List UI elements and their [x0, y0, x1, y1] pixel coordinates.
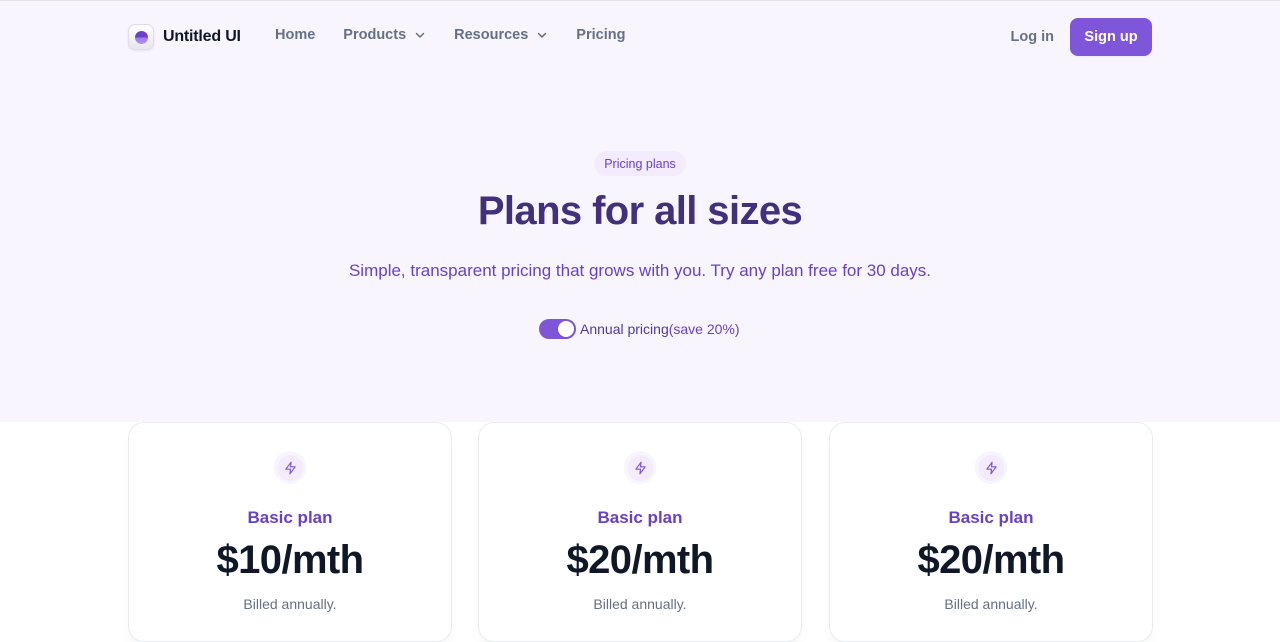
toggle-label: Annual pricing(save 20%)	[580, 321, 740, 337]
nav-links: Home Products Resources Pricing	[275, 27, 653, 43]
chevron-down-icon	[538, 32, 547, 38]
nav-actions: Log in Sign up	[1011, 18, 1152, 56]
plan-card: Basic plan $20/mth Billed annually.	[829, 422, 1153, 642]
hero-section: Untitled UI Home Products Resources Pric…	[0, 0, 1280, 422]
top-nav: Untitled UI Home Products Resources Pric…	[0, 1, 1280, 73]
nav-link-label: Resources	[454, 27, 529, 43]
nav-link-pricing[interactable]: Pricing	[576, 27, 625, 43]
plan-price: $10/mth	[216, 538, 365, 582]
nav-link-resources[interactable]: Resources	[454, 27, 548, 43]
toggle-label-text: Annual pricing	[580, 321, 669, 337]
signup-button[interactable]: Sign up	[1070, 18, 1152, 56]
page-subtitle: Simple, transparent pricing that grows w…	[348, 261, 932, 280]
nav-link-label: Products	[343, 27, 407, 43]
login-button[interactable]: Log in	[1011, 29, 1055, 45]
nav-link-label: Pricing	[576, 27, 626, 43]
nav-link-home[interactable]: Home	[275, 27, 315, 43]
plan-billing: Billed annually.	[593, 596, 687, 612]
plan-name: Basic plan	[247, 508, 333, 527]
nav-link-label: Home	[275, 27, 316, 43]
pricing-badge: Pricing plans	[594, 151, 686, 176]
plan-price: $20/mth	[917, 538, 1066, 582]
plan-price: $20/mth	[566, 538, 715, 582]
logo[interactable]: Untitled UI	[128, 23, 241, 51]
brand-name: Untitled UI	[163, 28, 241, 45]
plan-name: Basic plan	[948, 508, 1034, 527]
annual-pricing-toggle-row: Annual pricing(save 20%)	[539, 319, 740, 339]
zap-icon	[273, 451, 307, 484]
plan-billing: Billed annually.	[944, 596, 1038, 612]
zap-icon	[974, 451, 1008, 484]
logo-mark-icon	[128, 24, 154, 50]
zap-icon	[623, 451, 657, 484]
plan-billing: Billed annually.	[243, 596, 337, 612]
toggle-label-note: (save 20%)	[668, 321, 740, 337]
plan-name: Basic plan	[597, 508, 683, 527]
annual-pricing-toggle[interactable]	[539, 319, 576, 339]
nav-link-products[interactable]: Products	[343, 27, 426, 43]
plan-card: Basic plan $20/mth Billed annually.	[478, 422, 802, 642]
plan-card: Basic plan $10/mth Billed annually.	[128, 422, 452, 642]
page-title: Plans for all sizes	[477, 189, 803, 233]
chevron-down-icon	[415, 32, 425, 38]
